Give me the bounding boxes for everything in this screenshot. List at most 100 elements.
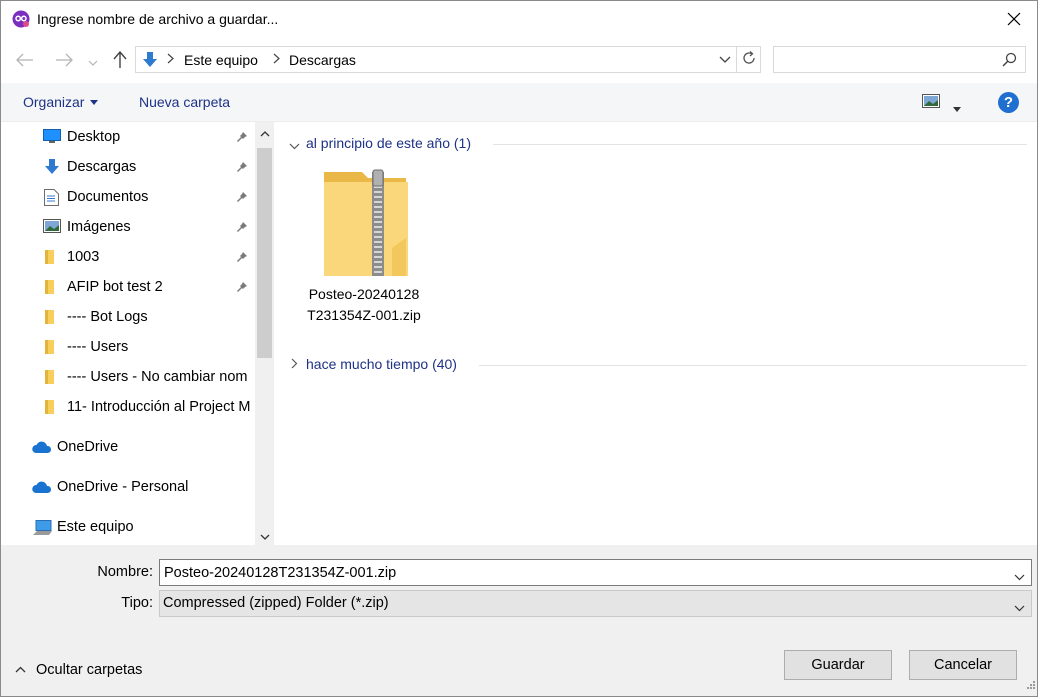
file-name: Posteo-20240128T231354Z-001.zip <box>307 286 421 323</box>
breadcrumb-este-equipo[interactable]: Este equipo <box>184 52 258 68</box>
folder-icon <box>45 309 63 325</box>
refresh-icon <box>741 50 757 69</box>
pin-icon <box>236 250 248 266</box>
sidebar-item-desktop[interactable]: Desktop <box>1 122 255 152</box>
save-options-panel: Nombre: Tipo: Compressed (zipped) Folder… <box>1 545 1037 696</box>
scroll-down-button[interactable] <box>255 525 274 545</box>
up-button[interactable] <box>108 49 132 73</box>
desktop-icon <box>43 129 61 145</box>
sidebar-item-afip-bot-test-2[interactable]: AFIP bot test 2 <box>1 272 255 302</box>
pin-icon <box>236 160 248 176</box>
chevron-up-icon <box>260 124 270 140</box>
address-history-dropdown[interactable] <box>718 52 734 68</box>
file-list-pane[interactable]: al principio de este año (1) Posteo-2024… <box>275 122 1037 545</box>
sidebar-item-este-equipo[interactable]: Este equipo <box>1 512 255 542</box>
sidebar-item-label: Este equipo <box>57 519 134 535</box>
file-name-input[interactable] <box>164 563 1004 582</box>
sidebar-item-introduccion-project[interactable]: 11- Introducción al Project M <box>1 392 255 422</box>
close-button[interactable] <box>991 1 1037 39</box>
scroll-up-button[interactable] <box>255 122 274 142</box>
back-button[interactable] <box>13 49 37 73</box>
sidebar-item-users-no-cambiar[interactable]: ---- Users - No cambiar nom <box>1 362 255 392</box>
file-item[interactable]: Posteo-20240128T231354Z-001.zip <box>305 164 423 350</box>
computer-icon <box>33 520 52 536</box>
title-bar: Ingrese nombre de archivo a guardar... <box>1 1 1037 39</box>
cancel-button[interactable]: Cancelar <box>909 650 1017 680</box>
type-label: Tipo: <box>121 595 153 611</box>
download-arrow-icon <box>44 159 62 175</box>
organize-menu-button[interactable]: Organizar <box>23 94 99 110</box>
forward-button[interactable] <box>52 49 76 73</box>
sidebar-item-onedrive[interactable]: OneDrive <box>1 432 255 462</box>
organize-label: Organizar <box>23 94 85 110</box>
file-type-value: Compressed (zipped) Folder (*.zip) <box>163 595 389 611</box>
chevron-down-icon <box>260 527 270 543</box>
sidebar-item-label: ---- Bot Logs <box>67 309 148 325</box>
pin-icon <box>236 130 248 146</box>
forward-arrow-icon <box>55 53 73 70</box>
save-file-dialog: Ingrese nombre de archivo a guardar... E… <box>0 0 1038 697</box>
group-label: hace mucho tiempo (40) <box>306 356 457 372</box>
folder-icon <box>45 249 63 265</box>
pictures-icon <box>43 219 61 235</box>
app-logo-icon <box>12 10 30 28</box>
folder-icon <box>45 399 63 415</box>
pin-icon <box>236 280 248 296</box>
chevron-up-icon <box>15 661 26 677</box>
search-input[interactable] <box>773 46 1026 73</box>
group-header-this-year[interactable]: al principio de este año (1) <box>287 134 1027 154</box>
file-type-select[interactable]: Compressed (zipped) Folder (*.zip) <box>159 590 1032 617</box>
resize-grip-icon[interactable] <box>1025 678 1035 694</box>
sidebar-item-1003[interactable]: 1003 <box>1 242 255 272</box>
sidebar-item-label: 1003 <box>67 249 100 265</box>
chevron-down-icon <box>88 53 98 69</box>
caret-down-icon <box>90 100 99 105</box>
sidebar-item-label: Descargas <box>67 159 137 175</box>
pin-icon <box>236 220 248 236</box>
hide-folders-label: Ocultar carpetas <box>36 662 143 678</box>
chevron-down-icon[interactable] <box>1014 568 1025 584</box>
chevron-right-icon[interactable] <box>167 52 174 67</box>
sidebar-item-descargas[interactable]: Descargas <box>1 152 255 182</box>
new-folder-button[interactable]: Nueva carpeta <box>139 94 230 110</box>
sidebar-item-label: ---- Users - No cambiar nom <box>67 369 248 385</box>
close-icon <box>1007 12 1021 29</box>
pin-icon <box>236 190 248 206</box>
sidebar-item-label: OneDrive <box>57 439 119 455</box>
sidebar-item-label: 11- Introducción al Project M <box>67 399 251 415</box>
sidebar-item-label: Documentos <box>67 189 149 205</box>
navigation-scrollbar[interactable] <box>255 122 274 545</box>
command-toolbar: Organizar Nueva carpeta ? <box>1 83 1037 122</box>
search-icon <box>1002 52 1017 70</box>
help-button[interactable]: ? <box>998 92 1019 113</box>
chevron-right-icon[interactable] <box>273 52 280 67</box>
group-divider <box>493 144 1027 145</box>
group-label: al principio de este año (1) <box>306 135 471 151</box>
scroll-thumb[interactable] <box>257 148 272 358</box>
sidebar-item-bot-logs[interactable]: ---- Bot Logs <box>1 302 255 332</box>
group-header-long-ago[interactable]: hace mucho tiempo (40) <box>287 355 1027 375</box>
name-label: Nombre: <box>97 564 153 580</box>
sidebar-item-documentos[interactable]: Documentos <box>1 182 255 212</box>
back-arrow-icon <box>16 53 34 70</box>
address-bar[interactable]: Este equipo Descargas <box>135 46 761 73</box>
sidebar-item-label: ---- Users <box>67 339 129 355</box>
sidebar-item-imagenes[interactable]: Imágenes <box>1 212 255 242</box>
save-button[interactable]: Guardar <box>784 650 892 680</box>
download-arrow-icon <box>142 52 158 71</box>
folder-icon <box>45 279 63 295</box>
hide-folders-button[interactable]: Ocultar carpetas <box>15 661 142 678</box>
breadcrumb-descargas[interactable]: Descargas <box>289 52 356 68</box>
sidebar-item-users[interactable]: ---- Users <box>1 332 255 362</box>
sidebar-item-onedrive-personal[interactable]: OneDrive - Personal <box>1 472 255 502</box>
chevron-down-icon <box>289 137 300 153</box>
change-view-button[interactable] <box>922 94 966 112</box>
chevron-right-icon <box>291 356 298 372</box>
file-name-field[interactable] <box>159 559 1032 586</box>
cloud-icon <box>32 441 52 457</box>
recent-locations-button[interactable] <box>83 49 103 73</box>
navigation-pane[interactable]: Desktop Descargas Documentos Imágenes 10… <box>1 122 255 545</box>
document-icon <box>44 189 62 206</box>
sidebar-item-label: Desktop <box>67 129 121 145</box>
refresh-button[interactable] <box>736 47 761 72</box>
